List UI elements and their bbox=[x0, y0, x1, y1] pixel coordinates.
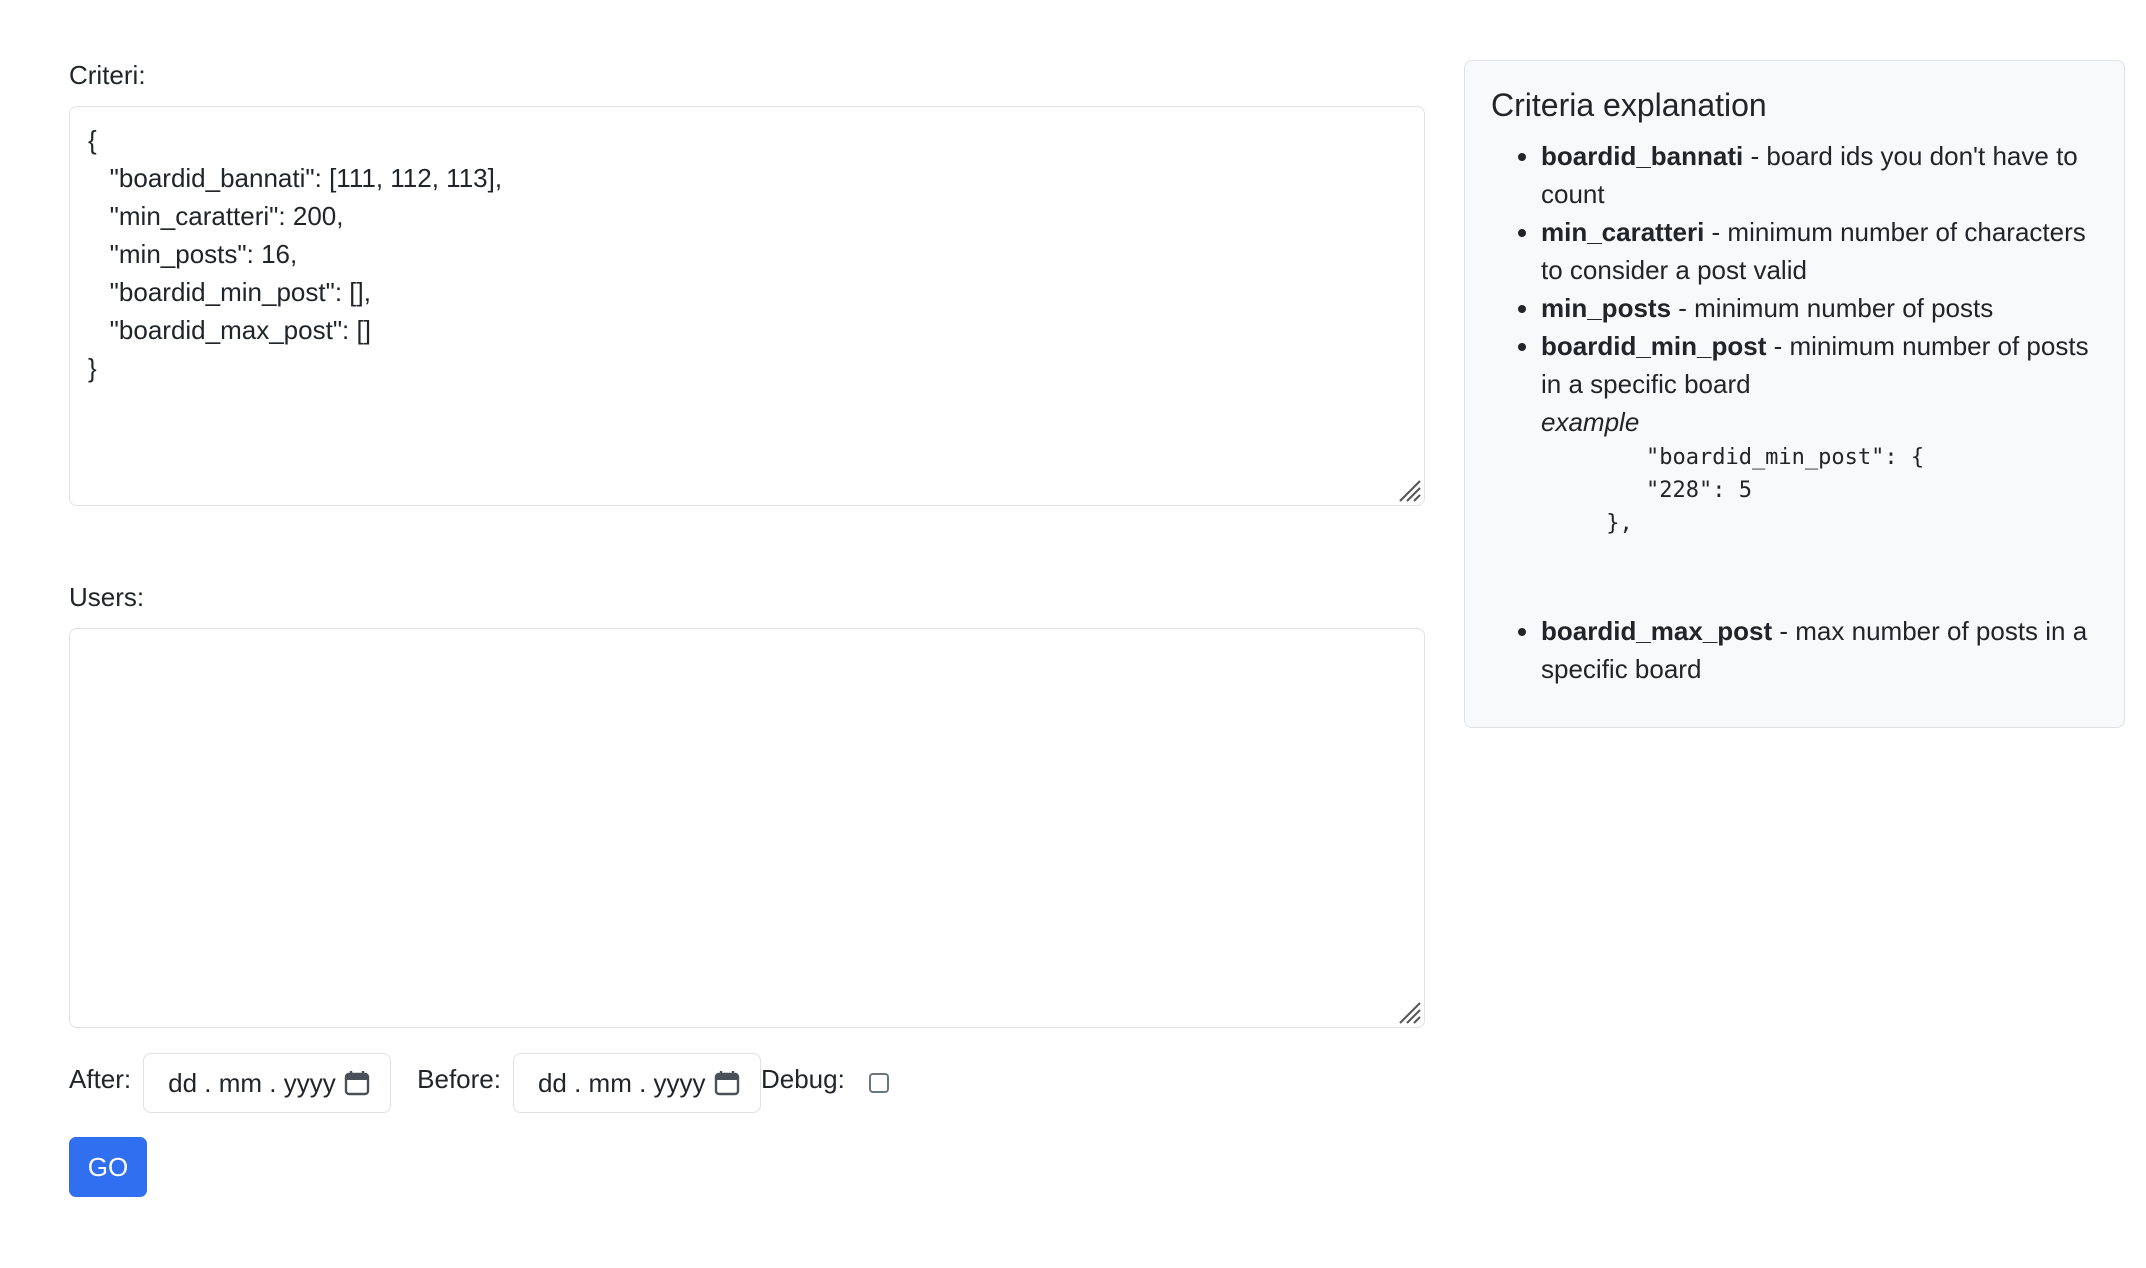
users-textarea-wrapper bbox=[69, 628, 1425, 1028]
users-textarea[interactable] bbox=[69, 628, 1425, 1028]
before-label: Before: bbox=[417, 1063, 501, 1094]
before-date-input[interactable]: dd . mm . yyyy bbox=[512, 1053, 761, 1113]
criteria-key: boardid_max_post bbox=[1541, 616, 1773, 646]
criteria-list: boardid_bannati - board ids you don't ha… bbox=[1491, 137, 2098, 688]
criteria-desc: - minimum number of posts bbox=[1671, 293, 1994, 323]
example-code: "boardid_min_post": { "228": 5 }, bbox=[1606, 445, 1925, 536]
criteria-key: min_posts bbox=[1541, 293, 1672, 323]
list-item: boardid_min_post - minimum number of pos… bbox=[1541, 327, 2098, 612]
go-button[interactable]: GO bbox=[69, 1137, 147, 1197]
criteria-key: boardid_min_post bbox=[1541, 331, 1767, 361]
criteria-label: Criteri: bbox=[69, 60, 146, 90]
list-item: min_caratteri - minimum number of charac… bbox=[1541, 213, 2098, 289]
users-section: Users: bbox=[69, 582, 1425, 1028]
calendar-icon[interactable] bbox=[714, 1070, 740, 1096]
list-item: boardid_bannati - board ids you don't ha… bbox=[1541, 137, 2098, 213]
list-item: boardid_max_post - max number of posts i… bbox=[1541, 612, 2098, 688]
before-date-placeholder: dd . mm . yyyy bbox=[537, 1067, 706, 1098]
after-date-placeholder: dd . mm . yyyy bbox=[168, 1067, 336, 1098]
criteria-explanation-panel: Criteria explanation boardid_bannati - b… bbox=[1464, 60, 2125, 728]
criteria-key: boardid_bannati bbox=[1541, 141, 1744, 171]
main-form: Criteri: { "boardid_bannati": [111, 112,… bbox=[69, 60, 1425, 1197]
resize-grip-icon[interactable] bbox=[1396, 477, 1422, 503]
debug-label: Debug: bbox=[760, 1063, 845, 1094]
resize-grip-icon[interactable] bbox=[1396, 999, 1422, 1025]
criteria-textarea-wrapper: { "boardid_bannati": [111, 112, 113], "m… bbox=[69, 106, 1425, 506]
after-label: After: bbox=[69, 1063, 132, 1094]
criteria-textarea[interactable]: { "boardid_bannati": [111, 112, 113], "m… bbox=[69, 106, 1425, 506]
after-date-input[interactable]: dd . mm . yyyy bbox=[143, 1053, 392, 1113]
users-label: Users: bbox=[69, 582, 145, 612]
calendar-icon[interactable] bbox=[344, 1070, 370, 1096]
criteria-key: min_caratteri bbox=[1541, 217, 1705, 247]
debug-checkbox[interactable] bbox=[868, 1073, 889, 1093]
list-item: min_posts - minimum number of posts bbox=[1541, 289, 2098, 327]
example-label: example bbox=[1541, 407, 1640, 437]
panel-title: Criteria explanation bbox=[1491, 87, 1767, 123]
filter-row: After: dd . mm . yyyy Before: dd . mm . … bbox=[69, 1053, 1425, 1113]
